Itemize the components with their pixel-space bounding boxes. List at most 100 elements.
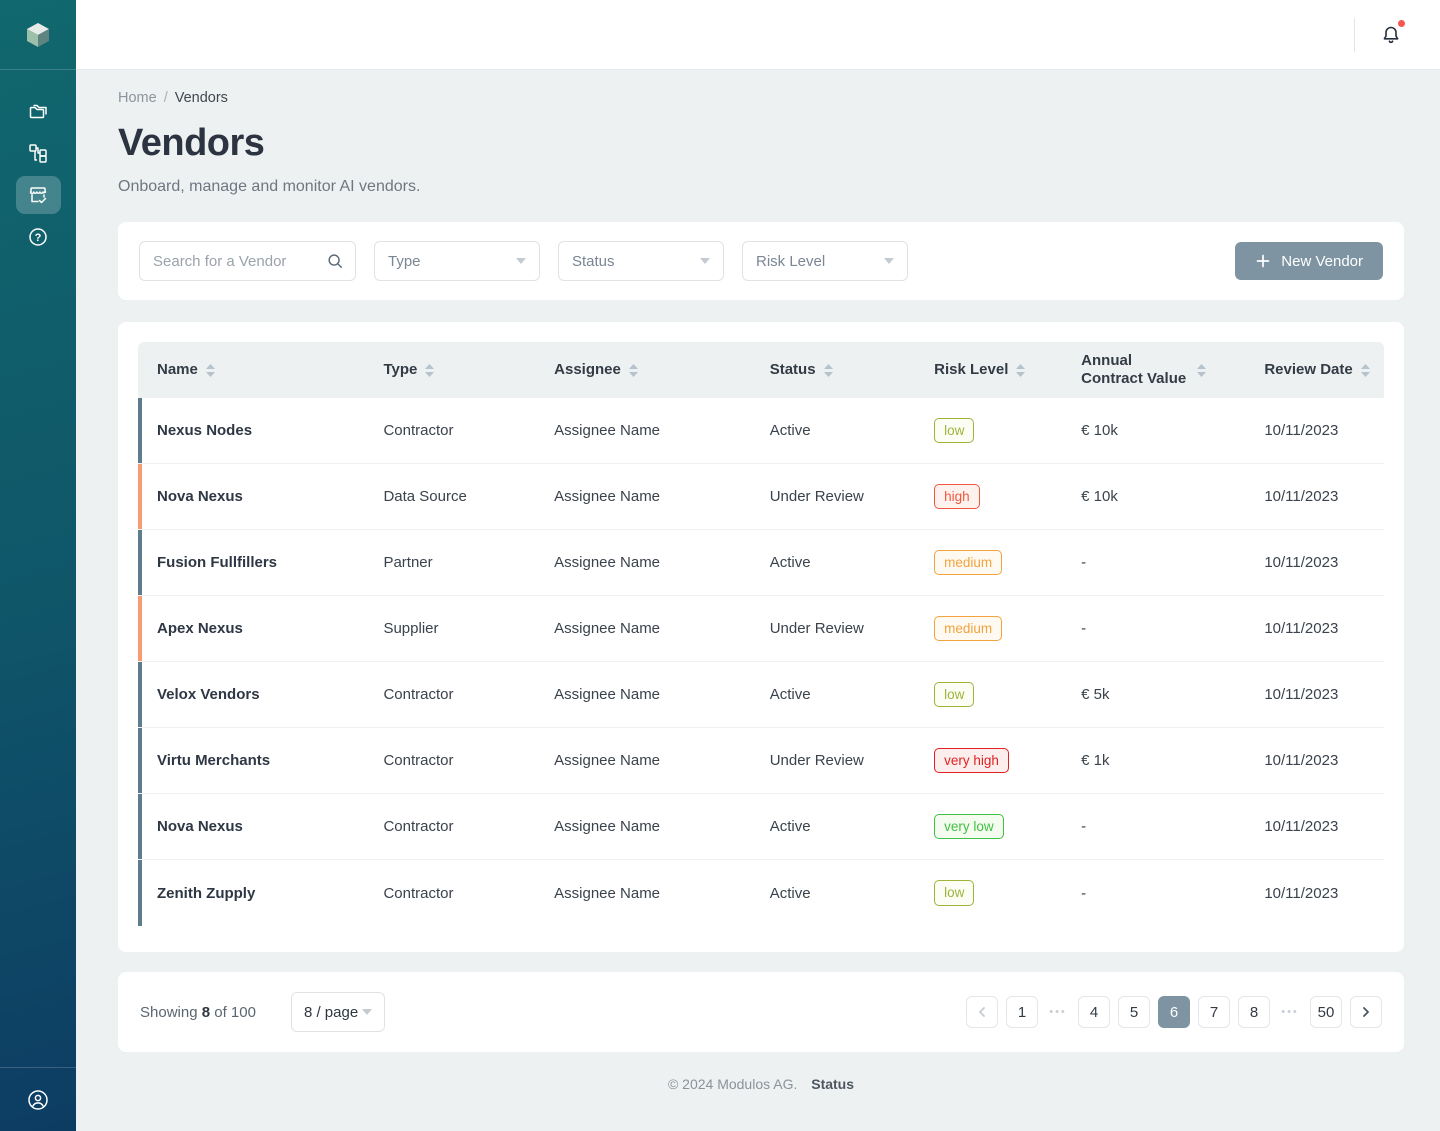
breadcrumb-separator: / [164, 90, 168, 106]
vendor-review-date-cell: 10/11/2023 [1264, 686, 1384, 703]
risk-filter-label: Risk Level [756, 253, 825, 270]
pagination-page-8[interactable]: 8 [1238, 996, 1270, 1028]
column-header-name[interactable]: Name [138, 361, 383, 379]
risk-badge: very high [934, 748, 1009, 774]
status-filter-select[interactable]: Status [558, 241, 724, 281]
account-button[interactable] [16, 1081, 61, 1119]
row-accent-bar [138, 464, 142, 529]
sort-icon[interactable] [206, 364, 215, 377]
row-accent-bar [138, 596, 142, 661]
chevron-down-icon [884, 258, 894, 264]
vendor-type-cell: Contractor [383, 818, 554, 835]
table-row[interactable]: Virtu Merchants Contractor Assignee Name… [138, 728, 1384, 794]
page-footer: © 2024 Modulos AG. Status [118, 1076, 1404, 1092]
vendor-type-cell: Contractor [383, 885, 554, 902]
column-header-risk-level[interactable]: Risk Level [934, 361, 1081, 379]
sidebar-item-projects[interactable] [16, 92, 61, 130]
sidebar-nav: ? [16, 92, 61, 256]
sort-icon[interactable] [824, 364, 833, 377]
vendor-risk-cell: low [934, 418, 1081, 444]
new-vendor-button[interactable]: New Vendor [1235, 242, 1383, 280]
vendor-type-cell: Supplier [383, 620, 554, 637]
row-accent-bar [138, 794, 142, 859]
vendor-review-date-cell: 10/11/2023 [1264, 818, 1384, 835]
vendor-name-cell[interactable]: Nova Nexus [138, 818, 383, 835]
type-filter-label: Type [388, 253, 421, 270]
row-accent-bar [138, 860, 142, 926]
chevron-right-icon [1360, 1006, 1372, 1018]
topbar [76, 0, 1440, 70]
vendor-assignee-cell: Assignee Name [554, 488, 770, 505]
vendor-name-cell[interactable]: Nova Nexus [138, 488, 383, 505]
vendor-status-cell: Active [770, 818, 934, 835]
vendor-acv-cell: - [1081, 620, 1264, 637]
table-header-row: Name Type Assignee Status Risk Level Ann… [138, 342, 1384, 398]
column-header-review-date[interactable]: Review Date [1264, 361, 1384, 379]
page-title: Vendors [118, 122, 1404, 165]
notifications-button[interactable] [1376, 20, 1406, 50]
vendor-name-cell[interactable]: Nexus Nodes [138, 422, 383, 439]
column-header-status[interactable]: Status [770, 361, 934, 379]
copyright-text: © 2024 Modulos AG. [668, 1076, 797, 1092]
status-filter-label: Status [572, 253, 615, 270]
sort-icon[interactable] [629, 364, 638, 377]
sort-icon[interactable] [425, 364, 434, 377]
row-accent-bar [138, 662, 142, 727]
risk-badge: high [934, 484, 980, 510]
search-input[interactable] [139, 241, 356, 281]
help-circle-icon: ? [27, 226, 49, 248]
column-header-annual-contract-value[interactable]: Annual Contract Value [1081, 352, 1264, 388]
table-row[interactable]: Velox Vendors Contractor Assignee Name A… [138, 662, 1384, 728]
table-row[interactable]: Zenith Zupply Contractor Assignee Name A… [138, 860, 1384, 926]
row-accent-bar [138, 398, 142, 463]
type-filter-select[interactable]: Type [374, 241, 540, 281]
vendor-risk-cell: very high [934, 748, 1081, 774]
pagination-page-1[interactable]: 1 [1006, 996, 1038, 1028]
table-row[interactable]: Nova Nexus Contractor Assignee Name Acti… [138, 794, 1384, 860]
vendor-name-cell[interactable]: Zenith Zupply [138, 885, 383, 902]
breadcrumb-home-link[interactable]: Home [118, 90, 157, 106]
pagination-page-5[interactable]: 5 [1118, 996, 1150, 1028]
table-row[interactable]: Fusion Fullfillers Partner Assignee Name… [138, 530, 1384, 596]
sidebar-item-help[interactable]: ? [16, 218, 61, 256]
vendor-acv-cell: - [1081, 554, 1264, 571]
table-row[interactable]: Nova Nexus Data Source Assignee Name Und… [138, 464, 1384, 530]
previous-page-button[interactable] [966, 996, 998, 1028]
vendor-acv-cell: € 5k [1081, 686, 1264, 703]
cube-logo-icon [23, 20, 53, 50]
risk-filter-select[interactable]: Risk Level [742, 241, 908, 281]
sidebar-item-vendors[interactable] [16, 176, 61, 214]
vendor-name-cell[interactable]: Fusion Fullfillers [138, 554, 383, 571]
sort-icon[interactable] [1016, 364, 1025, 377]
page-size-select[interactable]: 8 / page [291, 992, 385, 1032]
pagination-page-6-active[interactable]: 6 [1158, 996, 1190, 1028]
app-logo[interactable] [0, 0, 76, 70]
next-page-button[interactable] [1350, 996, 1382, 1028]
vendor-name-cell[interactable]: Velox Vendors [138, 686, 383, 703]
column-header-type[interactable]: Type [383, 361, 554, 379]
vendor-type-cell: Data Source [383, 488, 554, 505]
sort-icon[interactable] [1361, 364, 1370, 377]
topbar-divider [1354, 18, 1355, 52]
vendor-name-cell[interactable]: Virtu Merchants [138, 752, 383, 769]
pagination-page-4[interactable]: 4 [1078, 996, 1110, 1028]
vendor-type-cell: Contractor [383, 752, 554, 769]
svg-text:?: ? [35, 232, 42, 244]
sort-icon[interactable] [1197, 364, 1206, 377]
sidebar-item-workflows[interactable] [16, 134, 61, 172]
vendor-assignee-cell: Assignee Name [554, 818, 770, 835]
pagination-page-7[interactable]: 7 [1198, 996, 1230, 1028]
vendor-name-cell[interactable]: Apex Nexus [138, 620, 383, 637]
vendor-assignee-cell: Assignee Name [554, 422, 770, 439]
page-subtitle: Onboard, manage and monitor AI vendors. [118, 178, 1404, 196]
pagination-page-50[interactable]: 50 [1310, 996, 1342, 1028]
vendor-risk-cell: medium [934, 550, 1081, 576]
vendor-status-cell: Active [770, 885, 934, 902]
status-link[interactable]: Status [811, 1076, 854, 1092]
vendor-assignee-cell: Assignee Name [554, 752, 770, 769]
table-row[interactable]: Apex Nexus Supplier Assignee Name Under … [138, 596, 1384, 662]
column-header-assignee[interactable]: Assignee [554, 361, 770, 379]
table-row[interactable]: Nexus Nodes Contractor Assignee Name Act… [138, 398, 1384, 464]
row-accent-bar [138, 530, 142, 595]
risk-badge: medium [934, 616, 1002, 642]
